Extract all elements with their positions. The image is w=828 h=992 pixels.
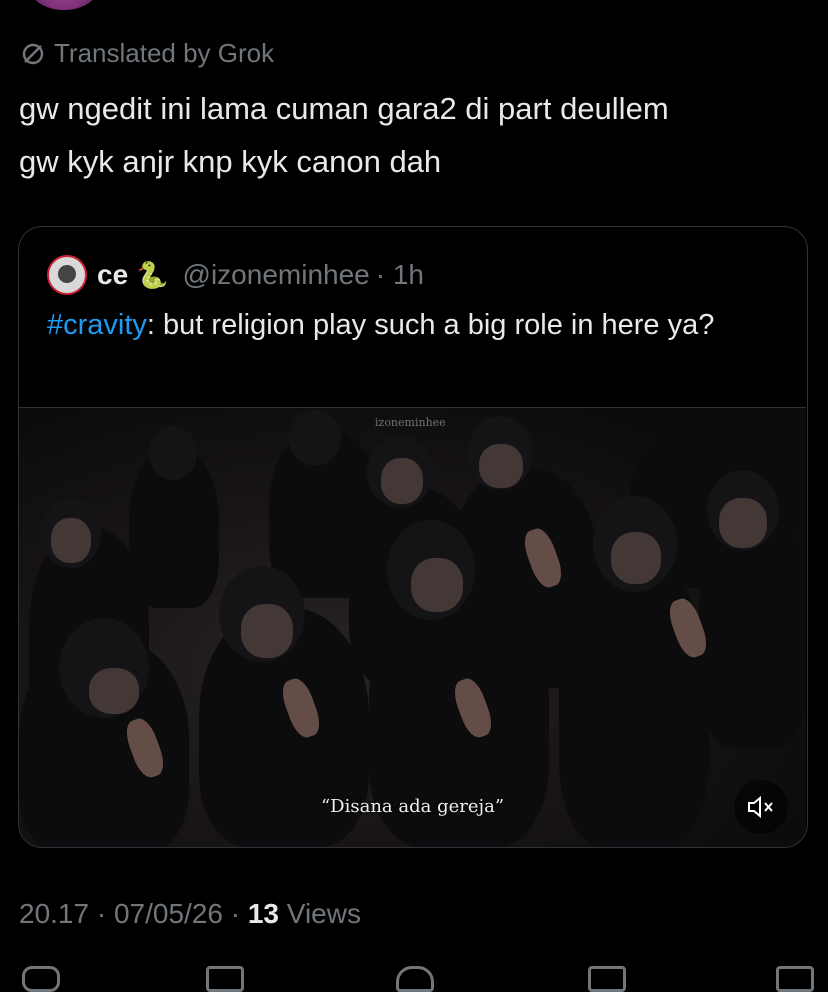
views-label: Views <box>279 898 361 929</box>
tweet-date[interactable]: 07/05/26 <box>114 898 223 929</box>
quoted-author-handle[interactable]: @izoneminhee <box>183 259 370 291</box>
translation-label: Translated by Grok <box>54 38 275 68</box>
quoted-tweet-time: · 1h <box>375 259 424 290</box>
tweet-text: gw ngedit ini lama cuman gara2 di part d… <box>19 82 799 188</box>
video-player[interactable]: izoneminhee “Disana ada gereja” <box>19 407 806 847</box>
hashtag-link[interactable]: #cravity <box>47 309 147 341</box>
video-subtitle: “Disana ada gereja” <box>320 796 505 817</box>
action-bar <box>0 962 828 992</box>
tweet-time: 20.17 <box>19 898 90 929</box>
share-icon[interactable] <box>776 966 814 992</box>
tweet-meta: 20.17 · 07/05/26 · 13 Views <box>19 898 361 930</box>
mute-icon <box>748 795 773 819</box>
meta-separator: · <box>89 898 114 929</box>
bookmark-icon[interactable] <box>588 966 626 992</box>
mute-button[interactable] <box>734 780 788 834</box>
reply-icon[interactable] <box>22 966 60 992</box>
quoted-author-avatar[interactable] <box>47 255 87 295</box>
quoted-author-name[interactable]: ce <box>97 259 128 291</box>
tweet-text-line-1: gw ngedit ini lama cuman gara2 di part d… <box>19 91 669 126</box>
snake-emoji: 🐍 <box>136 259 169 290</box>
repost-icon[interactable] <box>206 966 244 992</box>
like-icon[interactable] <box>396 966 434 992</box>
author-avatar[interactable] <box>30 0 98 10</box>
meta-separator: · <box>222 898 248 929</box>
quoted-tweet-body: : but religion play such a big role in h… <box>146 309 715 341</box>
quoted-tweet[interactable]: ce 🐍 @izoneminhee · 1h #cravity: but rel… <box>18 226 808 848</box>
translate-icon <box>22 43 44 64</box>
tweet-text-line-2: gw kyk anjr knp kyk canon dah <box>19 144 442 179</box>
quoted-tweet-header: ce 🐍 @izoneminhee · 1h <box>47 255 424 295</box>
quoted-tweet-text: #cravity: but religion play such a big r… <box>47 303 787 348</box>
view-count: 13 <box>247 898 280 929</box>
translation-notice[interactable]: Translated by Grok <box>20 38 274 69</box>
video-watermark: izoneminhee <box>375 416 446 429</box>
